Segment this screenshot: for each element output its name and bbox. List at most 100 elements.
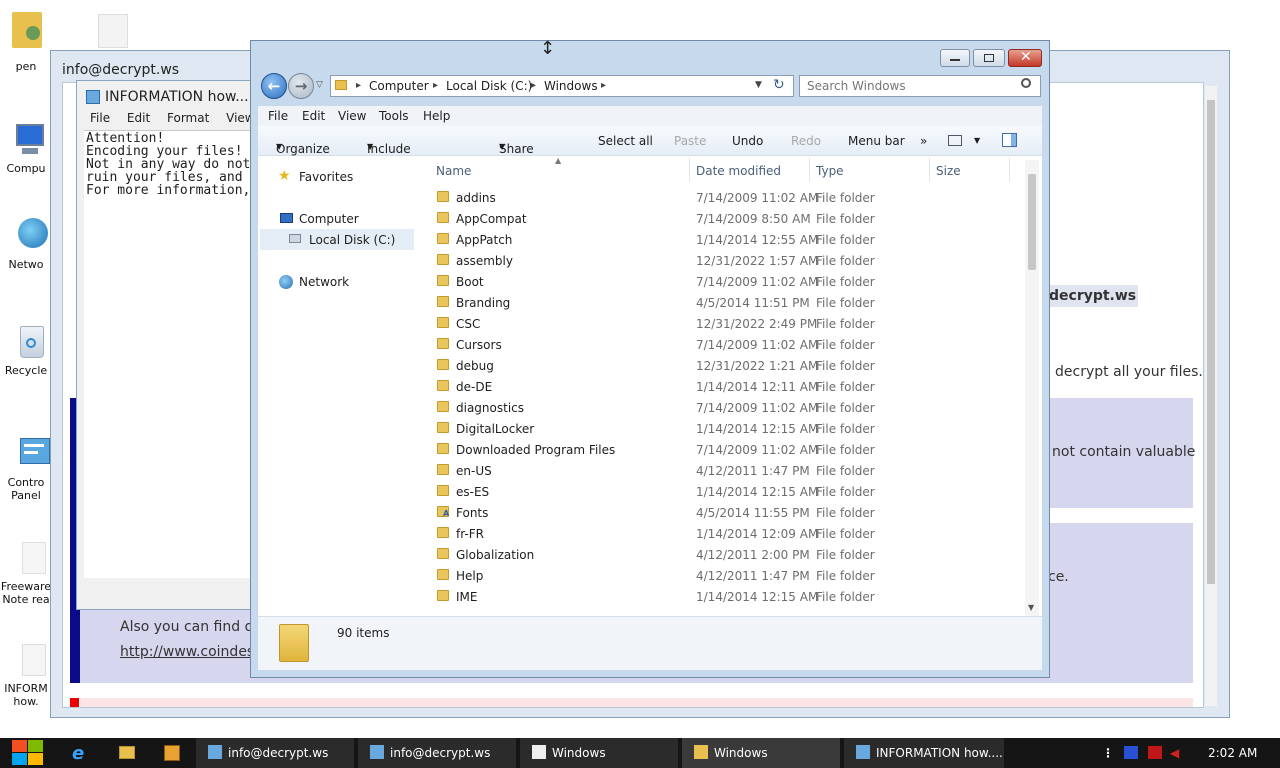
breadcrumb-local-disk[interactable]: Local Disk (C:)	[446, 79, 532, 93]
table-row[interactable]: Help 4/12/2011 1:47 PM File folder	[430, 566, 1020, 587]
table-row[interactable]: debug 12/31/2022 1:21 AM File folder	[430, 356, 1020, 377]
desktop-icon-information-file[interactable]: INFORM how.	[0, 640, 52, 708]
column-divider[interactable]	[689, 158, 690, 182]
breadcrumb-windows[interactable]: Windows	[544, 79, 598, 93]
search-icon[interactable]	[1021, 78, 1031, 88]
table-row[interactable]: DigitalLocker 1/14/2014 12:15 AM File fold…	[430, 419, 1020, 440]
file-explorer-icon[interactable]	[119, 746, 135, 759]
taskbar-item-windows-1[interactable]: Windows	[520, 738, 678, 768]
view-dropdown-icon[interactable]: ▼	[974, 136, 980, 145]
status-bar	[258, 616, 1042, 670]
menu-help[interactable]: Help	[423, 109, 450, 123]
search-input[interactable]: Search Windows	[807, 79, 906, 93]
table-row[interactable]: es-ES 1/14/2014 12:15 AM File folder	[430, 482, 1020, 503]
column-divider[interactable]	[809, 158, 810, 182]
notepad-menu-edit[interactable]: Edit	[127, 111, 150, 125]
table-row[interactable]: Branding 4/5/2014 11:51 PM File folder	[430, 293, 1020, 314]
media-player-icon[interactable]	[164, 745, 180, 761]
taskbar-item-windows-2[interactable]: Windows	[682, 738, 840, 768]
notepad-text-area[interactable]: Attention! Encoding your files! Not in any…	[84, 130, 260, 578]
breadcrumb-computer[interactable]: Computer	[369, 79, 429, 93]
table-row[interactable]: addins 7/14/2009 11:02 AM File folder	[430, 188, 1020, 209]
nav-network[interactable]: Network	[299, 275, 349, 289]
menu-bar-button[interactable]: Menu bar	[848, 134, 905, 148]
address-dropdown-icon[interactable]: ▼	[755, 80, 762, 90]
folder-icon	[437, 422, 449, 433]
table-row[interactable]: assembly 12/31/2022 1:57 AM File folder	[430, 251, 1020, 272]
document-icon[interactable]	[98, 14, 128, 48]
file-type: File folder	[816, 191, 875, 205]
menu-tools[interactable]: Tools	[379, 109, 409, 123]
redo-button[interactable]: Redo	[791, 134, 821, 148]
desktop-icon-network[interactable]: Netwo	[0, 216, 52, 271]
nav-favorites[interactable]: Favorites	[299, 170, 353, 184]
close-button[interactable]: ✕	[1008, 49, 1042, 67]
column-header-type[interactable]: Type	[816, 164, 844, 178]
favorites-star-icon: ★	[278, 168, 291, 184]
file-type: File folder	[816, 233, 875, 247]
table-row[interactable]: IME 1/14/2014 12:15 AM File folder	[430, 587, 1020, 608]
folder-icon	[437, 485, 449, 496]
file-date-modified: 4/12/2011 1:47 PM	[696, 464, 810, 478]
menu-edit[interactable]: Edit	[302, 109, 325, 123]
start-button[interactable]	[10, 740, 44, 767]
table-row[interactable]: AppCompat 7/14/2009 8:50 AM File folder	[430, 209, 1020, 230]
taskbar-item-decrypt-1[interactable]: info@decrypt.ws	[196, 738, 354, 768]
table-row[interactable]: AppPatch 1/14/2014 12:55 AM File folder	[430, 230, 1020, 251]
column-divider[interactable]	[1009, 158, 1010, 182]
file-type: File folder	[816, 443, 875, 457]
view-options-icon[interactable]	[948, 135, 962, 146]
notepad-menu-file[interactable]: File	[90, 111, 110, 125]
maximize-button[interactable]	[973, 49, 1005, 67]
back-button[interactable]: ←	[261, 73, 287, 99]
network-status-icon[interactable]	[1148, 746, 1162, 759]
volume-muted-icon[interactable]: ◀	[1170, 738, 1179, 768]
menu-view[interactable]: View	[338, 109, 366, 123]
desktop-icon-freeware-note-reader[interactable]: Freeware Note rea	[0, 538, 52, 606]
taskbar-item-decrypt-2[interactable]: info@decrypt.ws	[358, 738, 516, 768]
minimize-button[interactable]	[940, 49, 970, 67]
select-all-button[interactable]: Select all	[598, 134, 653, 148]
menu-file[interactable]: File	[268, 109, 288, 123]
column-header-name[interactable]: Name	[436, 164, 471, 178]
table-row[interactable]: A Fonts 4/5/2014 11:55 PM File folder	[430, 503, 1020, 524]
undo-button[interactable]: Undo	[732, 134, 763, 148]
nav-local-disk[interactable]: Local Disk (C:)	[309, 233, 395, 247]
desktop-icon-computer[interactable]: Compu	[0, 120, 52, 175]
action-center-flag-icon[interactable]	[1124, 746, 1138, 759]
sort-indicator-icon: ▲	[555, 156, 562, 165]
refresh-icon[interactable]: ↻	[773, 77, 785, 93]
table-row[interactable]: Globalization 4/12/2011 2:00 PM File folde…	[430, 545, 1020, 566]
scrollbar-thumb[interactable]	[1028, 174, 1036, 270]
table-row[interactable]: CSC 12/31/2022 2:49 PM File folder	[430, 314, 1020, 335]
coindesk-link[interactable]: http://www.coindesk	[120, 644, 262, 660]
desktop-icon-recycle-bin[interactable]: Recycle	[0, 322, 52, 377]
table-row[interactable]: en-US 4/12/2011 1:47 PM File folder	[430, 461, 1020, 482]
taskbar-item-information[interactable]: INFORMATION how....	[844, 738, 1004, 768]
table-row[interactable]: Cursors 7/14/2009 11:02 AM File folder	[430, 335, 1020, 356]
table-row[interactable]: de-DE 1/14/2014 12:11 AM File folder	[430, 377, 1020, 398]
table-row[interactable]: diagnostics 7/14/2009 11:02 AM File folder	[430, 398, 1020, 419]
internet-explorer-icon[interactable]: e	[72, 743, 84, 764]
background-scrollbar[interactable]	[1205, 86, 1217, 706]
desktop-icon-control-panel[interactable]: Contro Panel	[0, 434, 52, 502]
nav-computer[interactable]: Computer	[299, 212, 359, 226]
notification-overflow-icon[interactable]: ⋮	[1102, 738, 1114, 768]
file-list-scrollbar[interactable]	[1025, 160, 1039, 616]
preview-pane-icon[interactable]	[1002, 133, 1017, 147]
column-divider[interactable]	[929, 158, 930, 182]
column-header-date[interactable]: Date modified	[696, 164, 781, 178]
desktop-icon-user-folder[interactable]	[0, 8, 52, 50]
table-row[interactable]: fr-FR 1/14/2014 12:09 AM File folder	[430, 524, 1020, 545]
command-bar: Organize ▼ Include in library ▼ Share wi…	[258, 126, 1042, 184]
forward-button[interactable]: →	[288, 73, 314, 99]
column-header-size[interactable]: Size	[936, 164, 961, 178]
scroll-down-icon[interactable]: ▼	[1028, 603, 1034, 612]
recent-pages-chevron-icon[interactable]: ▽	[316, 80, 323, 90]
table-row[interactable]: Boot 7/14/2009 11:02 AM File folder	[430, 272, 1020, 293]
paste-button[interactable]: Paste	[674, 134, 706, 148]
more-commands-icon[interactable]: »	[920, 134, 927, 148]
notepad-menu-format[interactable]: Format	[167, 111, 209, 125]
clock[interactable]: 2:02 AM	[1208, 738, 1257, 768]
table-row[interactable]: Downloaded Program Files 7/14/2009 11:02 …	[430, 440, 1020, 461]
